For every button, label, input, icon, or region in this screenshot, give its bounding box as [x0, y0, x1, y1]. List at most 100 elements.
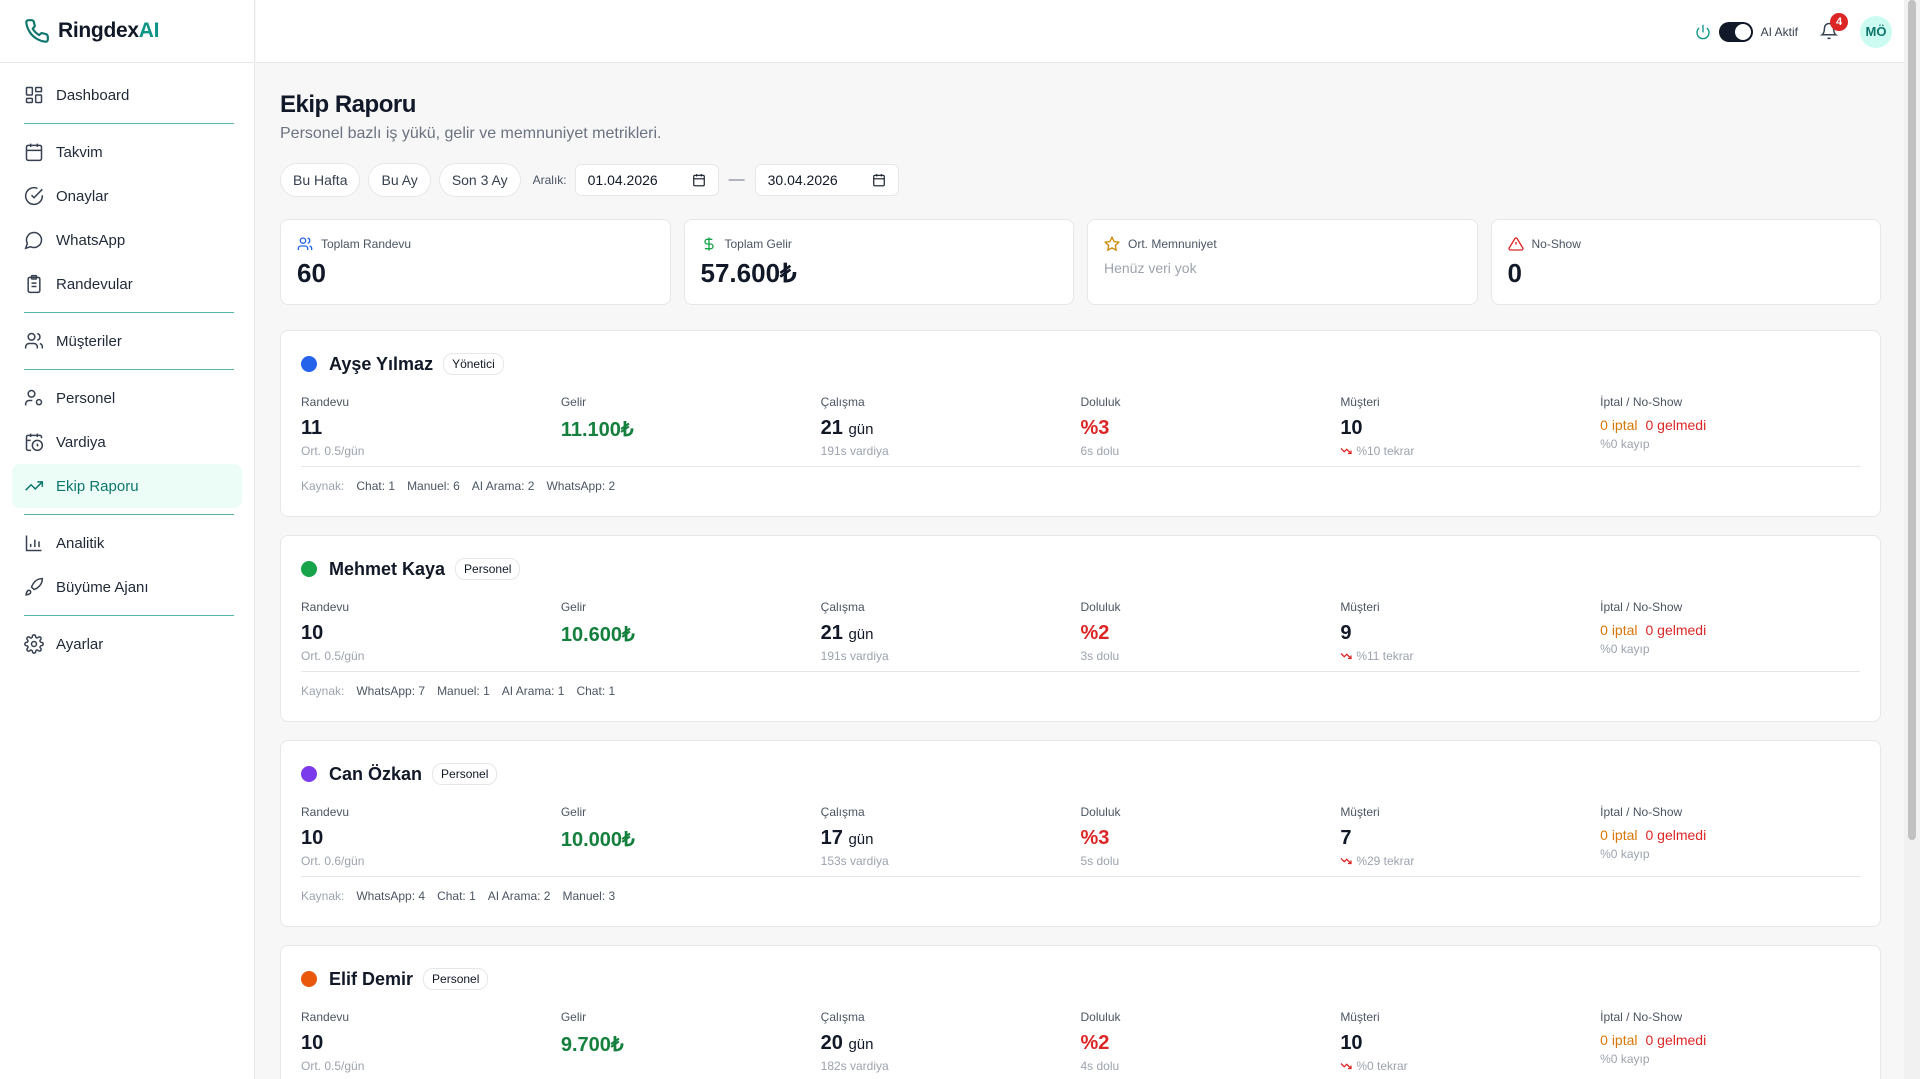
metric-appointments: Randevu 10 Ort. 0.6/gün — [301, 805, 561, 868]
stat-empty-value: Henüz veri yok — [1104, 260, 1197, 276]
sidebar-item-vardiya[interactable]: Vardiya — [12, 420, 242, 464]
noshow-count: 0 gelmedi — [1645, 827, 1707, 843]
metric-value: 17 gün — [821, 827, 1081, 850]
source-item: Manuel: 3 — [562, 889, 616, 903]
brand-name: RingdexAI — [58, 19, 160, 42]
metric-sub: %0 kayıp — [1600, 1052, 1650, 1066]
repeat-rate: %11 tekrar — [1356, 649, 1414, 663]
metric-sub: 153s vardiya — [820, 854, 889, 868]
sidebar-item-dashboard[interactable]: Dashboard — [12, 73, 242, 117]
sidebar-item-ekip-raporu[interactable]: Ekip Raporu — [12, 464, 242, 508]
staff-color-dot — [301, 766, 317, 782]
metric-work: Çalışma 21 gün 191s vardiya — [821, 395, 1081, 458]
trending-down-icon — [1340, 448, 1352, 455]
sidebar-item-label: Müşteriler — [56, 332, 122, 350]
calendar-icon — [692, 174, 705, 187]
sidebar-item-personel[interactable]: Personel — [12, 376, 242, 420]
repeat-rate: %0 tekrar — [1356, 1059, 1408, 1073]
user-avatar[interactable]: MÖ — [1860, 15, 1892, 48]
start-date-input[interactable]: 01.04.2026 — [574, 164, 719, 196]
cancel-count: 0 iptal — [1600, 417, 1638, 433]
source-item: Manuel: 6 — [407, 479, 460, 493]
metric-value: 20 gün — [821, 1032, 1081, 1055]
sources-label: Kaynak: — [301, 889, 345, 903]
metric-occupancy: Doluluk %3 6s dolu — [1080, 395, 1340, 458]
page-scrollbar[interactable] — [1904, 0, 1920, 1079]
stat-value: 60 — [297, 258, 326, 288]
metric-label: İptal / No-Show — [1600, 395, 1683, 409]
metric-work: Çalışma 21 gün 191s vardiya — [821, 600, 1081, 663]
metric-sub: 191s vardiya — [820, 444, 889, 458]
power-icon — [1696, 24, 1710, 39]
metric-value: 9.700₺ — [560, 1034, 624, 1056]
staff-role-badge: Personel — [455, 558, 521, 580]
sidebar-item-takvim[interactable]: Takvim — [12, 130, 242, 174]
staff-role-badge: Personel — [423, 968, 489, 990]
staff-card[interactable]: Can Özkan Personel Randevu 10 Ort. 0.6/g… — [280, 740, 1881, 927]
staff-name: Ayşe Yılmaz — [329, 353, 434, 374]
end-date-input[interactable]: 30.04.2026 — [754, 164, 899, 196]
metric-sub: Ort. 0.5/gün — [301, 1059, 365, 1073]
staff-card[interactable]: Ayşe Yılmaz Yönetici Randevu 11 Ort. 0.5… — [280, 330, 1881, 517]
filter-this-month-button[interactable]: Bu Ay — [368, 163, 431, 197]
staff-card[interactable]: Mehmet Kaya Personel Randevu 10 Ort. 0.5… — [280, 535, 1881, 722]
users-icon — [297, 237, 313, 250]
metric-value: 10 — [1340, 1032, 1363, 1054]
repeat-rate: %29 tekrar — [1356, 854, 1415, 868]
staff-metrics: Randevu 10 Ort. 0.5/gün Gelir 10.600₺ Ça… — [301, 600, 1860, 663]
metric-value: 10 — [301, 827, 324, 849]
metric-occupancy: Doluluk %3 5s dolu — [1080, 805, 1340, 868]
work-unit: gün — [848, 831, 874, 848]
source-item: WhatsApp: 7 — [356, 684, 426, 698]
filter-last-3-months-button[interactable]: Son 3 Ay — [438, 163, 521, 197]
metric-appointments: Randevu 10 Ort. 0.5/gün — [301, 1010, 561, 1073]
sidebar-item-ayarlar[interactable]: Ayarlar — [12, 622, 242, 666]
noshow-count: 0 gelmedi — [1645, 417, 1707, 433]
sidebar-item-buyume-ajani[interactable]: Büyüme Ajanı — [12, 565, 242, 609]
metric-income: Gelir 9.700₺ — [561, 1010, 821, 1073]
sidebar-item-analitik[interactable]: Analitik — [12, 521, 242, 565]
metric-label: Müşteri — [1340, 600, 1380, 614]
stat-label: Toplam Gelir — [724, 237, 792, 251]
sidebar-item-whatsapp[interactable]: WhatsApp — [12, 218, 242, 262]
sidebar-item-label: WhatsApp — [56, 231, 126, 249]
nav-divider — [24, 312, 234, 313]
metric-sub: %0 kayıp — [1600, 642, 1650, 656]
sidebar-item-musteriler[interactable]: Müşteriler — [12, 319, 242, 363]
staff-sources: Kaynak: WhatsApp: 4 Chat: 1 AI Arama: 2 Manu… — [301, 889, 1860, 903]
staff-header: Mehmet Kaya Personel — [301, 558, 1860, 580]
metric-sub: %0 kayıp — [1600, 847, 1650, 861]
notifications-button[interactable]: 4 — [1819, 12, 1848, 42]
metric-sub: 191s vardiya — [820, 649, 889, 663]
staff-name: Mehmet Kaya — [329, 558, 446, 579]
metric-label: Doluluk — [1080, 805, 1121, 819]
sidebar-item-onaylar[interactable]: Onaylar — [12, 174, 242, 218]
metric-label: İptal / No-Show — [1600, 600, 1683, 614]
star-icon — [1104, 236, 1120, 252]
metric-label: Çalışma — [820, 395, 865, 409]
scrollbar-thumb[interactable] — [1908, 0, 1916, 840]
metric-work: Çalışma 20 gün 182s vardiya — [821, 1010, 1081, 1073]
sidebar-item-randevular[interactable]: Randevular — [12, 262, 242, 306]
noshow-count: 0 gelmedi — [1645, 1032, 1707, 1048]
metric-label: Doluluk — [1080, 600, 1121, 614]
cancel-line: 0 iptal 0 gelmedi — [1600, 827, 1860, 843]
work-unit: gün — [848, 626, 874, 643]
filter-this-week-button[interactable]: Bu Hafta — [280, 163, 361, 197]
metric-label: Gelir — [560, 600, 587, 614]
metric-customers: Müşteri 10 %10 tekrar — [1340, 395, 1600, 458]
source-item: Chat: 1 — [437, 889, 476, 903]
metric-income: Gelir 10.000₺ — [561, 805, 821, 868]
metric-sub: 3s dolu — [1080, 649, 1120, 663]
metric-value: 10.000₺ — [560, 829, 635, 851]
brand-logo[interactable]: RingdexAI — [0, 0, 254, 63]
ai-active-toggle[interactable] — [1718, 21, 1753, 42]
metric-label: Randevu — [301, 395, 350, 409]
sidebar-item-label: Ayarlar — [56, 635, 104, 653]
end-date-value: 30.04.2026 — [767, 172, 838, 188]
work-unit: gün — [848, 421, 874, 438]
main-content: Ekip Raporu Personel bazlı iş yükü, geli… — [280, 63, 1881, 1079]
metric-label: Randevu — [301, 600, 350, 614]
staff-card[interactable]: Elif Demir Personel Randevu 10 Ort. 0.5/… — [280, 945, 1881, 1079]
trending-down-icon — [1340, 1063, 1352, 1070]
